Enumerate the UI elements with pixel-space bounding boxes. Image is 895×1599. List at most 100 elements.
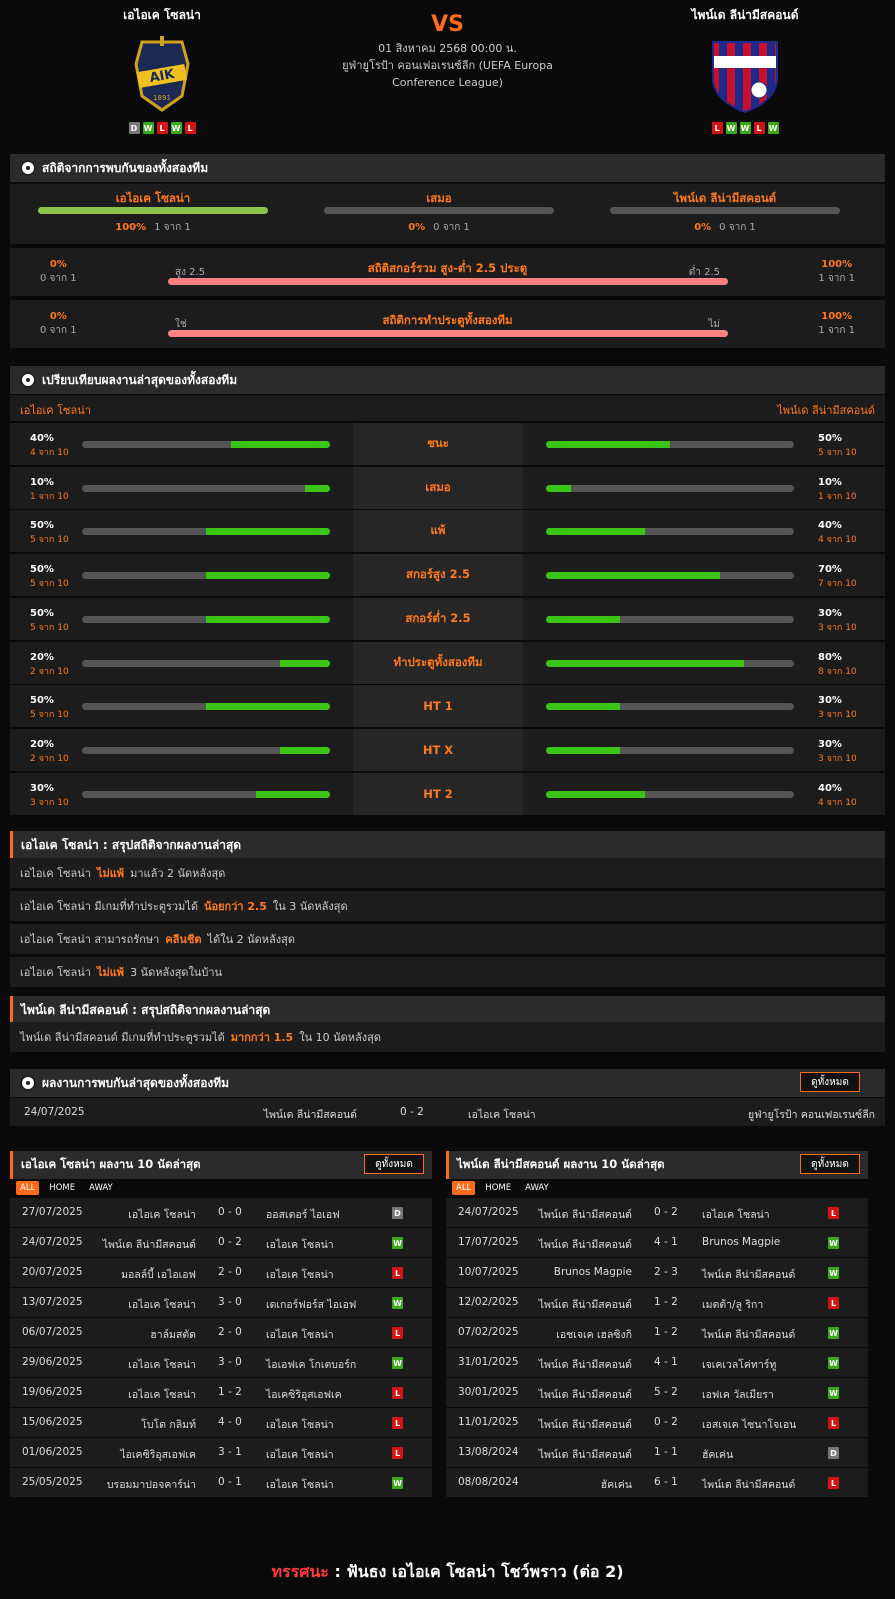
away-pct-of: 1 จาก 10 (818, 491, 857, 502)
match-row[interactable]: 30/01/2025 ไพน์เด ลีน่ามีสคอนด์ 5 - 2 เอฟเค… (446, 1378, 868, 1407)
away-pct-value: 30% (818, 607, 842, 619)
match-row[interactable]: 17/07/2025 ไพน์เด ลีน่ามีสคอนด์ 4 - 1 Bruno… (446, 1228, 868, 1257)
home-pct: 30% 3 จาก 10 (30, 782, 69, 810)
pct-value: 0% (408, 222, 426, 233)
match-row[interactable]: 24/07/2025 ไพน์เด ลีน่ามีสคอนด์ 0 - 2 เอไอเ… (446, 1198, 868, 1227)
away-view-all-button[interactable]: ดูทั้งหมด (800, 1154, 860, 1174)
filter-tab-home[interactable]: HOME (45, 1181, 79, 1195)
match-row[interactable]: 25/05/2025 บรอมมาปอจคาร์น่า 0 - 1 เอไอเค โซ… (10, 1468, 432, 1497)
football-icon (20, 160, 36, 176)
home-name: ไพน์เด ลีน่ามีสคอนด์ (263, 1109, 357, 1121)
home-name: ไพน์เด ลีน่ามีสคอนด์ (538, 1389, 632, 1401)
away-pct-of: 8 จาก 10 (818, 666, 857, 677)
home-name: เอชเจเค เฮลซิงกิ (556, 1329, 632, 1341)
compare-label: HT 1 (353, 685, 523, 728)
h2h-result-row[interactable]: 24/07/2025 ไพน์เด ลีน่ามีสคอนด์ 0 - 2 เอ… (10, 1098, 885, 1126)
h2h-col: เอไอเค โซลน่า 100% 1 จาก 1 (38, 190, 268, 235)
match-row[interactable]: 01/06/2025 ไอเคซิริอุสเอฟเค 3 - 1 เอไอเค โซ… (10, 1438, 432, 1467)
summary-highlight: ไม่แพ้ (96, 867, 125, 880)
away-pct-value: 40% (818, 520, 842, 532)
h2h-col-bar (324, 207, 554, 214)
match-row[interactable]: 11/01/2025 ไพน์เด ลีน่ามีสคอนด์ 0 - 2 เอสเจ… (446, 1408, 868, 1437)
result-badge: L (828, 1297, 839, 1309)
score: 4 - 1 (654, 1236, 678, 1248)
match-row[interactable]: 13/07/2025 เอไอเค โซลน่า 3 - 0 เดเกอร์ฟอร์ส… (10, 1288, 432, 1317)
compare-home-name: เอไอเค โซลน่า (20, 404, 91, 417)
home-view-all-button[interactable]: ดูทั้งหมด (364, 1154, 424, 1174)
home-bar-fill (230, 441, 330, 448)
away-name: ไอเคซิริอุสเอฟเค (266, 1389, 342, 1401)
match-row[interactable]: 08/08/2024 ฮัคเค่น 6 - 1 ไพน์เด ลีน่ามีสคอน… (446, 1468, 868, 1497)
result-badge: D (392, 1207, 403, 1219)
h2h-col-pct: 100% 1 จาก 1 (38, 220, 268, 235)
home-name: มอลล์บี้ เอไอเอฟ (121, 1269, 196, 1281)
away-name: เอไอเค โซลน่า (468, 1109, 536, 1121)
compare-home-cell: 10% 1 จาก 10 (10, 466, 353, 509)
result-badge: L (828, 1207, 839, 1219)
result-badge: W (392, 1237, 403, 1249)
away-name: เดเกอร์ฟอร์ส ไอเอฟ (266, 1299, 357, 1311)
home-bar-fill (206, 528, 330, 536)
away-bar (546, 703, 794, 711)
filter-tab-all[interactable]: ALL (16, 1181, 40, 1195)
match-row[interactable]: 29/06/2025 เอไอเค โซลน่า 3 - 0 ไอเอฟเค โกเต… (10, 1348, 432, 1377)
away-form: LWWLW (635, 122, 855, 134)
home-name: Brunos Magpie (553, 1266, 632, 1278)
match-row[interactable]: 06/07/2025 ฮาล์มสตัด 2 - 0 เอไอเค โซลน่า L (10, 1318, 432, 1347)
home-name: เอไอเค โซลน่า (128, 1299, 196, 1311)
away-team[interactable]: ไพน์เด ลีน่ามีสคอนด์ LWWLW (635, 6, 855, 134)
match-row[interactable]: 27/07/2025 เอไอเค โซลน่า 0 - 0 ออสเตอร์ ไอเ… (10, 1198, 432, 1227)
vs-label: VS (431, 12, 464, 37)
result-badge: L (392, 1417, 403, 1429)
match-row[interactable]: 31/01/2025 ไพน์เด ลีน่ามีสคอนด์ 4 - 1 เจเคเ… (446, 1348, 868, 1377)
match-row[interactable]: 15/06/2025 โบโด กลิมท์ 4 - 0 เอไอเค โซลน่า L (10, 1408, 432, 1437)
away-team-logo (705, 34, 785, 114)
home-pct: 50% 5 จาก 10 (30, 563, 69, 591)
match-row[interactable]: 20/07/2025 มอลล์บี้ เอไอเอฟ 2 - 0 เอไอเค โซ… (10, 1258, 432, 1287)
compare-label: ชนะ (353, 423, 523, 465)
home-bar (82, 615, 330, 623)
prediction: ทรรศนะ : ฟันธง เอไอเค โซลน่า โชว์พราว (ต… (0, 1560, 895, 1585)
match-row[interactable]: 07/02/2025 เอชเจเค เฮลซิงกิ 1 - 2 ไพน์เด ลี… (446, 1318, 868, 1347)
home-pct: 50% 5 จาก 10 (30, 519, 69, 547)
match-row[interactable]: 19/06/2025 เอไอเค โซลน่า 1 - 2 ไอเคซิริอุสเ… (10, 1378, 432, 1407)
away-pct-of: 7 จาก 10 (818, 579, 857, 590)
summary-highlight: มากกว่า 1.5 (230, 1031, 294, 1044)
league-name-2: Conference League) (392, 76, 503, 89)
compare-row: 50% 5 จาก 10 สกอร์ต่ำ 2.5 30% 3 จาก 10 (10, 596, 885, 640)
home-summary-header: เอไอเค โซลน่า : สรุปสถิติจากผลงานล่าสุด (10, 831, 885, 859)
home-pct: 50% 5 จาก 10 (30, 607, 69, 635)
filter-tab-away[interactable]: AWAY (521, 1181, 553, 1195)
filter-tab-away[interactable]: AWAY (85, 1181, 117, 1195)
h2h-view-all-button[interactable]: ดูทั้งหมด (800, 1072, 860, 1092)
match-row[interactable]: 12/02/2025 ไพน์เด ลีน่ามีสคอนด์ 1 - 2 เมตต้… (446, 1288, 868, 1317)
summary-item: เอไอเค โซลน่า ไม่แพ้ 3 นัดหลังสุดในบ้าน (10, 957, 885, 987)
home-pct: 20% 2 จาก 10 (30, 738, 69, 766)
match-date: 01/06/2025 (22, 1446, 83, 1458)
home-pct: 50% 5 จาก 10 (30, 694, 69, 722)
score: 6 - 1 (654, 1476, 678, 1488)
home-pct: 20% 2 จาก 10 (30, 651, 69, 679)
match-row[interactable]: 13/08/2024 ไพน์เด ลีน่ามีสคอนด์ 1 - 1 ฮัคเค… (446, 1438, 868, 1467)
btts-right-of: 1 จาก 1 (818, 325, 855, 336)
compare-row: 40% 4 จาก 10 ชนะ 50% 5 จาก 10 (10, 422, 885, 465)
away-name: ออสเตอร์ ไอเอฟ (266, 1209, 340, 1221)
home-bar (82, 703, 330, 711)
score: 0 - 1 (218, 1476, 242, 1488)
score: 4 - 0 (218, 1416, 242, 1428)
summary-text: มาแล้ว 2 นัดหลังสุด (130, 867, 226, 880)
filter-tab-all[interactable]: ALL (452, 1181, 476, 1195)
home-team[interactable]: เอไอเค โซลน่า AIK 1891 DWLWL (52, 6, 272, 134)
home-name: โบโด กลิมท์ (141, 1419, 196, 1431)
filter-tab-home[interactable]: HOME (481, 1181, 515, 1195)
away-pct-of: 3 จาก 10 (818, 710, 857, 721)
form-badge: W (142, 122, 154, 134)
score: 2 - 0 (218, 1326, 242, 1338)
h2h-stats-header: สถิติจากการพบกันของทั้งสองทีม (10, 154, 885, 182)
away-pct: 30% 3 จาก 10 (818, 607, 857, 635)
match-row[interactable]: 24/07/2025 ไพน์เด ลีน่ามีสคอนด์ 0 - 2 เอไอเ… (10, 1228, 432, 1257)
away-name: ไพน์เด ลีน่ามีสคอนด์ (702, 1329, 796, 1341)
match-row[interactable]: 10/07/2025 Brunos Magpie 2 - 3 ไพน์เด ลีน่า… (446, 1258, 868, 1287)
summary-text: เอไอเค โซลน่า (20, 867, 91, 880)
league-name: ยูฟ่ายูโรป้า คอนเฟอเรนซ์ลีก (748, 1109, 875, 1121)
